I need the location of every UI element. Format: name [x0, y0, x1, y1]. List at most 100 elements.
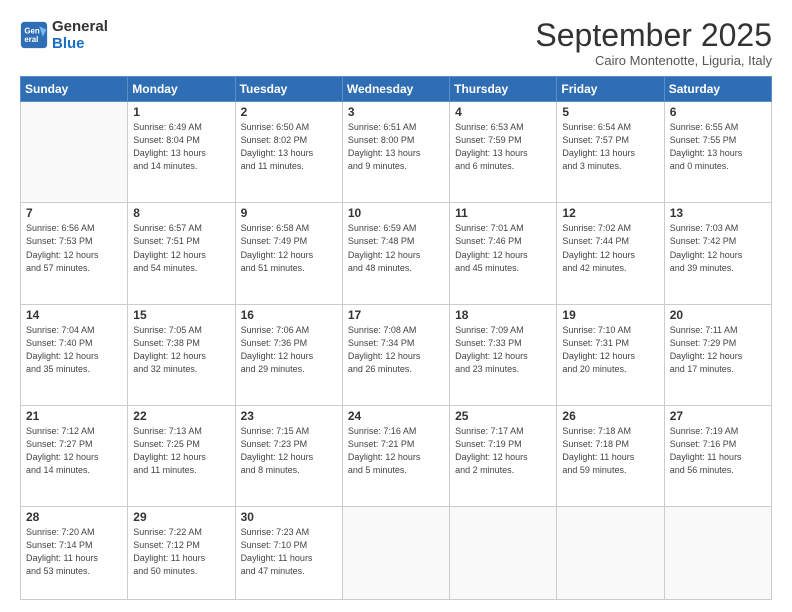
day-number: 4 — [455, 105, 551, 119]
table-row: 19 Sunrise: 7:10 AM Sunset: 7:31 PM Dayli… — [557, 304, 664, 405]
day-number: 17 — [348, 308, 444, 322]
calendar-table: Sunday Monday Tuesday Wednesday Thursday… — [20, 76, 772, 600]
table-row: 10 Sunrise: 6:59 AM Sunset: 7:48 PM Dayli… — [342, 203, 449, 304]
day-number: 7 — [26, 206, 122, 220]
day-info: Sunrise: 7:12 AM Sunset: 7:27 PM Dayligh… — [26, 425, 122, 477]
day-number: 13 — [670, 206, 766, 220]
day-number: 16 — [241, 308, 337, 322]
table-row: 4Sunrise: 6:53 AM Sunset: 7:59 PM Daylig… — [450, 102, 557, 203]
table-row: 28Sunrise: 7:20 AM Sunset: 7:14 PM Dayli… — [21, 507, 128, 600]
weekday-header-row: Sunday Monday Tuesday Wednesday Thursday… — [21, 77, 772, 102]
day-info: Sunrise: 7:19 AM Sunset: 7:16 PM Dayligh… — [670, 425, 766, 477]
day-info: Sunrise: 6:59 AM Sunset: 7:48 PM Dayligh… — [348, 222, 444, 274]
table-row: 13 Sunrise: 7:03 AM Sunset: 7:42 PM Dayli… — [664, 203, 771, 304]
day-info: Sunrise: 7:17 AM Sunset: 7:19 PM Dayligh… — [455, 425, 551, 477]
svg-text:eral: eral — [24, 35, 38, 44]
table-row: 14Sunrise: 7:04 AM Sunset: 7:40 PM Dayli… — [21, 304, 128, 405]
day-info: Sunrise: 6:58 AM Sunset: 7:49 PM Dayligh… — [241, 222, 337, 274]
table-row: 25Sunrise: 7:17 AM Sunset: 7:19 PM Dayli… — [450, 405, 557, 506]
day-info: Sunrise: 7:22 AM Sunset: 7:12 PM Dayligh… — [133, 526, 229, 578]
table-row: 8 Sunrise: 6:57 AM Sunset: 7:51 PM Daylig… — [128, 203, 235, 304]
day-info: Sunrise: 6:55 AM Sunset: 7:55 PM Dayligh… — [670, 121, 766, 173]
day-number: 2 — [241, 105, 337, 119]
table-row: 17Sunrise: 7:08 AM Sunset: 7:34 PM Dayli… — [342, 304, 449, 405]
header-monday: Monday — [128, 77, 235, 102]
table-row: 7Sunrise: 6:56 AM Sunset: 7:53 PM Daylig… — [21, 203, 128, 304]
table-row: 16Sunrise: 7:06 AM Sunset: 7:36 PM Dayli… — [235, 304, 342, 405]
header-saturday: Saturday — [664, 77, 771, 102]
svg-text:Gen: Gen — [24, 27, 39, 36]
table-row: 20 Sunrise: 7:11 AM Sunset: 7:29 PM Dayli… — [664, 304, 771, 405]
table-row: 30Sunrise: 7:23 AM Sunset: 7:10 PM Dayli… — [235, 507, 342, 600]
day-info: Sunrise: 6:50 AM Sunset: 8:02 PM Dayligh… — [241, 121, 337, 173]
day-number: 26 — [562, 409, 658, 423]
day-number: 3 — [348, 105, 444, 119]
day-number: 23 — [241, 409, 337, 423]
day-info: Sunrise: 7:13 AM Sunset: 7:25 PM Dayligh… — [133, 425, 229, 477]
day-info: Sunrise: 7:09 AM Sunset: 7:33 PM Dayligh… — [455, 324, 551, 376]
page: Gen eral General Blue September 2025 Cai… — [0, 0, 792, 612]
day-number: 19 — [562, 308, 658, 322]
day-info: Sunrise: 7:01 AM Sunset: 7:46 PM Dayligh… — [455, 222, 551, 274]
logo-blue: Blue — [52, 35, 85, 52]
table-row: 15 Sunrise: 7:05 AM Sunset: 7:38 PM Dayli… — [128, 304, 235, 405]
day-info: Sunrise: 7:04 AM Sunset: 7:40 PM Dayligh… — [26, 324, 122, 376]
day-number: 27 — [670, 409, 766, 423]
table-row: 23 Sunrise: 7:15 AM Sunset: 7:23 PM Dayli… — [235, 405, 342, 506]
day-number: 11 — [455, 206, 551, 220]
day-info: Sunrise: 7:02 AM Sunset: 7:44 PM Dayligh… — [562, 222, 658, 274]
day-number: 28 — [26, 510, 122, 524]
month-title: September 2025 — [535, 18, 772, 53]
table-row: 11 Sunrise: 7:01 AM Sunset: 7:46 PM Dayli… — [450, 203, 557, 304]
logo-text: General Blue — [52, 18, 108, 53]
day-info: Sunrise: 7:03 AM Sunset: 7:42 PM Dayligh… — [670, 222, 766, 274]
table-row — [342, 507, 449, 600]
day-number: 15 — [133, 308, 229, 322]
table-row: 27 Sunrise: 7:19 AM Sunset: 7:16 PM Dayli… — [664, 405, 771, 506]
table-row — [450, 507, 557, 600]
day-info: Sunrise: 7:11 AM Sunset: 7:29 PM Dayligh… — [670, 324, 766, 376]
table-row — [664, 507, 771, 600]
header-friday: Friday — [557, 77, 664, 102]
day-info: Sunrise: 6:51 AM Sunset: 8:00 PM Dayligh… — [348, 121, 444, 173]
day-number: 20 — [670, 308, 766, 322]
day-number: 5 — [562, 105, 658, 119]
table-row: 12 Sunrise: 7:02 AM Sunset: 7:44 PM Dayli… — [557, 203, 664, 304]
header-sunday: Sunday — [21, 77, 128, 102]
day-info: Sunrise: 7:16 AM Sunset: 7:21 PM Dayligh… — [348, 425, 444, 477]
day-number: 22 — [133, 409, 229, 423]
day-number: 12 — [562, 206, 658, 220]
logo: Gen eral General Blue — [20, 18, 108, 53]
table-row — [557, 507, 664, 600]
day-number: 21 — [26, 409, 122, 423]
table-row: 29 Sunrise: 7:22 AM Sunset: 7:12 PM Dayli… — [128, 507, 235, 600]
logo-general: General — [52, 18, 108, 35]
day-number: 29 — [133, 510, 229, 524]
table-row: 5 Sunrise: 6:54 AM Sunset: 7:57 PM Daylig… — [557, 102, 664, 203]
day-info: Sunrise: 6:54 AM Sunset: 7:57 PM Dayligh… — [562, 121, 658, 173]
table-row: 18 Sunrise: 7:09 AM Sunset: 7:33 PM Dayli… — [450, 304, 557, 405]
day-number: 9 — [241, 206, 337, 220]
day-number: 18 — [455, 308, 551, 322]
day-number: 24 — [348, 409, 444, 423]
header-wednesday: Wednesday — [342, 77, 449, 102]
title-block: September 2025 Cairo Montenotte, Liguria… — [535, 18, 772, 68]
header-tuesday: Tuesday — [235, 77, 342, 102]
day-number: 6 — [670, 105, 766, 119]
day-number: 10 — [348, 206, 444, 220]
day-info: Sunrise: 6:49 AM Sunset: 8:04 PM Dayligh… — [133, 121, 229, 173]
day-info: Sunrise: 7:15 AM Sunset: 7:23 PM Dayligh… — [241, 425, 337, 477]
table-row — [21, 102, 128, 203]
day-info: Sunrise: 7:05 AM Sunset: 7:38 PM Dayligh… — [133, 324, 229, 376]
table-row: 22 Sunrise: 7:13 AM Sunset: 7:25 PM Dayli… — [128, 405, 235, 506]
day-info: Sunrise: 7:10 AM Sunset: 7:31 PM Dayligh… — [562, 324, 658, 376]
header: Gen eral General Blue September 2025 Cai… — [20, 18, 772, 68]
table-row: 3 Sunrise: 6:51 AM Sunset: 8:00 PM Daylig… — [342, 102, 449, 203]
header-thursday: Thursday — [450, 77, 557, 102]
table-row: 1Sunrise: 6:49 AM Sunset: 8:04 PM Daylig… — [128, 102, 235, 203]
logo-icon: Gen eral — [20, 21, 48, 49]
location-subtitle: Cairo Montenotte, Liguria, Italy — [535, 53, 772, 68]
day-number: 8 — [133, 206, 229, 220]
day-info: Sunrise: 6:57 AM Sunset: 7:51 PM Dayligh… — [133, 222, 229, 274]
table-row: 9 Sunrise: 6:58 AM Sunset: 7:49 PM Daylig… — [235, 203, 342, 304]
